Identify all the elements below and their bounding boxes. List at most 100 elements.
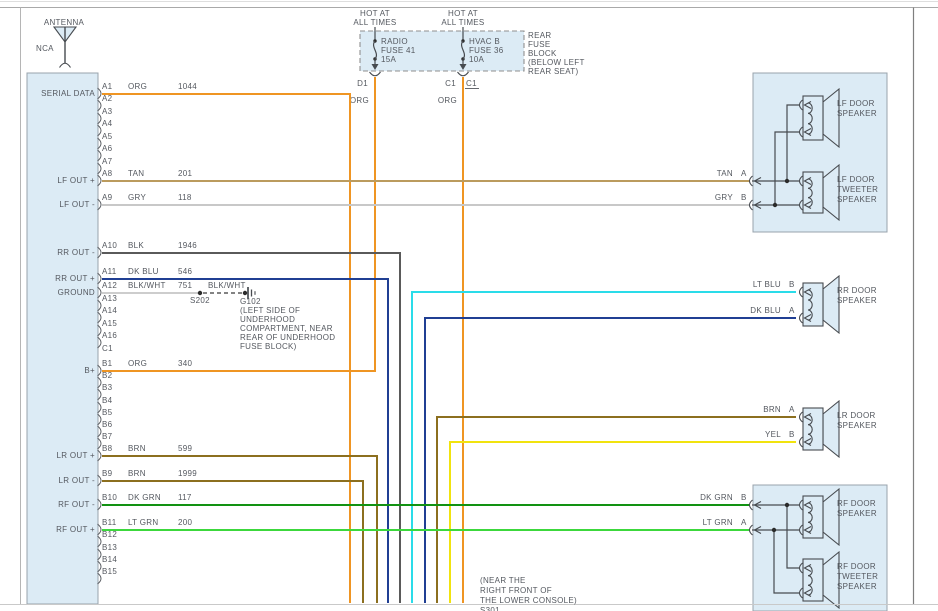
radio-function-label: GROUND (58, 288, 95, 297)
wiring-diagram-page: ANTENNA NCA REAR FUSE BLOCK (BELOW LEFT REAR S… (0, 0, 938, 611)
junction-dot (784, 178, 790, 184)
pin-B15-label: B15 (102, 567, 117, 576)
pin-B8-label: B8 (102, 444, 113, 453)
ground-location-note: (LEFT SIDE OF (240, 306, 300, 315)
pin-A14-label: A14 (102, 306, 117, 315)
pin-A8-wire-color-label: TAN (128, 169, 144, 178)
radio-function-label: LF OUT + (57, 176, 95, 185)
pin-B9-circuit-number: 1999 (178, 469, 197, 478)
pin-B9-wire-color-label: BRN (128, 469, 146, 478)
radio-function-label: LR OUT - (59, 476, 96, 485)
console-location-note: S301 (480, 606, 500, 611)
ground-location-note: UNDERHOOD (240, 315, 295, 324)
pin-B11-wire-color-label: LT GRN (128, 518, 158, 527)
rr-door-speaker-pin-letter: A (789, 306, 795, 315)
fuse-2-connector-arc (457, 71, 469, 77)
lr-door-speaker-label: LR DOOR (837, 411, 876, 420)
pin-B6-label: B6 (102, 420, 113, 429)
ground-wire-color-label: BLK/WHT (208, 281, 246, 290)
pin-A15-label: A15 (102, 319, 117, 328)
rr-door-speaker-icon (802, 282, 824, 327)
pin-A1-circuit-number: 1044 (178, 82, 197, 91)
lr-door-speaker-wire-color-label: YEL (765, 430, 781, 439)
pin-B1-circuit-number: 340 (178, 359, 192, 368)
pin-B4-label: B4 (102, 396, 113, 405)
wire-b-plus-org (102, 77, 376, 372)
ground-location-note: REAR OF UNDERHOOD (240, 333, 335, 342)
lf-speaker-box-wire-color-label: GRY (715, 193, 733, 202)
pin-B7-label: B7 (102, 432, 113, 441)
fuse-1-wire-color-label: ORG (350, 96, 369, 105)
lf-speaker-box-wire-color-label: TAN (717, 169, 733, 178)
lr-door-speaker-label: SPEAKER (837, 421, 877, 430)
fuse-2-hot-label: ALL TIMES (441, 18, 484, 27)
pin-B11-label: B11 (102, 518, 117, 527)
pin-A7-label: A7 (102, 157, 113, 166)
rf-speaker-box-pin-letter: A (741, 518, 747, 527)
ground-location-note: COMPARTMENT, NEAR (240, 324, 333, 333)
radio-function-label: RF OUT + (56, 525, 95, 534)
junction-dot (771, 527, 777, 533)
pin-A8-circuit-number: 201 (178, 169, 192, 178)
pin-A4-label: A4 (102, 119, 113, 128)
rf-door-speaker-label: RF DOOR (837, 499, 876, 508)
radio-function-label: RR OUT + (55, 274, 95, 283)
pin-A3-label: A3 (102, 107, 113, 116)
fuse-2-label: FUSE 36 (469, 46, 504, 55)
wire-rr-door-dkblu (424, 317, 796, 603)
lr-door-speaker-wire-color-label: BRN (763, 405, 781, 414)
fuse-2-connector-label: C1 (466, 79, 477, 88)
pin-A2-label: A2 (102, 94, 113, 103)
rf-door-tweeter-speaker-label: SPEAKER (837, 582, 877, 591)
fuse-block-location-note: FUSE (528, 40, 551, 49)
rf-speaker-box-wire-color-label: LT GRN (703, 518, 733, 527)
rr-door-speaker-terminal-bottom-arc (798, 312, 803, 324)
wire-rr-door-ltblu (411, 291, 796, 603)
console-location-note: THE LOWER CONSOLE) (480, 596, 577, 605)
lr-door-speaker-pin-letter: A (789, 405, 795, 414)
radio-function-label: RR OUT - (57, 248, 95, 257)
fuse-block-location-note: REAR (528, 31, 551, 40)
rr-door-speaker-label: SPEAKER (837, 296, 877, 305)
rr-door-speaker-terminal-top-arc (798, 286, 803, 298)
radio-function-label: LR OUT + (57, 451, 96, 460)
pin-A11-wire-color-label: DK BLU (128, 267, 159, 276)
radio-function-label: LF OUT - (59, 200, 95, 209)
pin-A10-circuit-number: 1946 (178, 241, 197, 250)
fuse-1-label: FUSE 41 (381, 46, 416, 55)
rf-door-tweeter-speaker-label: TWEETER (837, 572, 878, 581)
lr-door-speaker-terminal-top-arc (798, 411, 803, 423)
antenna-circuit-label: NCA (36, 44, 54, 53)
pin-C1-label: C1 (102, 344, 113, 353)
junction-dot (772, 202, 778, 208)
pin-B10-circuit-number: 117 (178, 493, 192, 502)
antenna-connector-arc (59, 62, 71, 68)
pin-A12-label: A12 (102, 281, 117, 290)
pin-B11-circuit-number: 200 (178, 518, 192, 527)
pin-B1-label: B1 (102, 359, 113, 368)
fuse-2-cavity-label: C1 (445, 79, 456, 88)
radio-function-label: RF OUT - (58, 500, 95, 509)
rr-door-speaker-pin-letter: B (789, 280, 795, 289)
lf-door-tweeter-speaker-label: TWEETER (837, 185, 878, 194)
pin-A9-circuit-number: 118 (178, 193, 192, 202)
fuse-1-hot-label: HOT AT (360, 9, 390, 18)
pin-A1-wire-color-label: ORG (128, 82, 147, 91)
fuse-1-cavity-label: D1 (357, 79, 368, 88)
fuse-2-wire-color-label: ORG (438, 96, 457, 105)
pin-B1-wire-color-label: ORG (128, 359, 147, 368)
lf-door-tweeter-speaker-label: SPEAKER (837, 195, 877, 204)
junction-dot (197, 290, 203, 296)
pin-B5-label: B5 (102, 408, 113, 417)
lf-speaker-box-pin-letter: B (741, 193, 747, 202)
rf-door-tweeter-speaker-label: RF DOOR (837, 562, 876, 571)
pin-A1-label: A1 (102, 82, 113, 91)
rf-door-speaker-label: SPEAKER (837, 509, 877, 518)
rr-door-speaker-label: RR DOOR (837, 286, 877, 295)
pin-B14-label: B14 (102, 555, 117, 564)
fuse-2-label: HVAC B (469, 37, 500, 46)
junction-dot (242, 290, 248, 296)
fuse-2-label: 10A (469, 55, 484, 64)
pin-A8-label: A8 (102, 169, 113, 178)
radio-function-label: SERIAL DATA (41, 89, 95, 98)
